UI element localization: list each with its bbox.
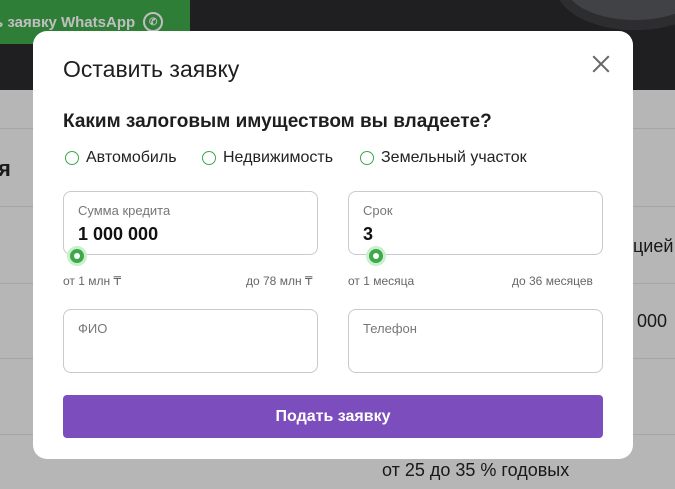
loan-amount-label: Сумма кредита (78, 203, 171, 218)
loan-amount-field[interactable]: Сумма кредита 1 000 000 (63, 191, 318, 255)
phone-field[interactable]: Телефон (348, 309, 603, 373)
loan-term-label: Срок (363, 203, 393, 218)
loan-amount-max-hint: до 78 млн ₸ (246, 274, 313, 288)
submit-request-button[interactable]: Подать заявку (63, 395, 603, 438)
loan-amount-slider-handle[interactable] (67, 246, 87, 266)
request-modal: Оставить заявку Каким залоговым имуществ… (33, 31, 633, 459)
radio-real-estate[interactable]: Недвижимость (202, 149, 333, 167)
modal-title: Оставить заявку (63, 56, 240, 82)
loan-amount-min-hint: от 1 млн ₸ (63, 274, 122, 288)
close-icon[interactable] (590, 53, 612, 75)
radio-circle-icon (202, 151, 216, 165)
loan-term-max-hint: до 36 месяцев (512, 274, 593, 288)
loan-term-min-hint: от 1 месяца (348, 274, 415, 288)
loan-amount-value: 1 000 000 (78, 224, 159, 244)
phone-label: Телефон (363, 321, 417, 336)
radio-label: Автомобиль (86, 149, 177, 166)
radio-label: Недвижимость (223, 149, 334, 166)
radio-circle-icon (360, 151, 374, 165)
full-name-input[interactable] (78, 342, 303, 360)
radio-circle-icon (65, 151, 79, 165)
phone-input[interactable] (363, 342, 588, 360)
full-name-field[interactable]: ФИО (63, 309, 318, 373)
radio-label: Земельный участок (381, 149, 527, 166)
loan-term-field[interactable]: Срок 3 (348, 191, 603, 255)
radio-land[interactable]: Земельный участок (360, 149, 527, 167)
collateral-question: Каким залоговым имуществом вы владеете? (63, 111, 492, 132)
radio-car[interactable]: Автомобиль (65, 149, 177, 167)
full-name-label: ФИО (78, 321, 108, 336)
loan-term-value: 3 (363, 224, 374, 244)
loan-term-slider-handle[interactable] (366, 246, 386, 266)
